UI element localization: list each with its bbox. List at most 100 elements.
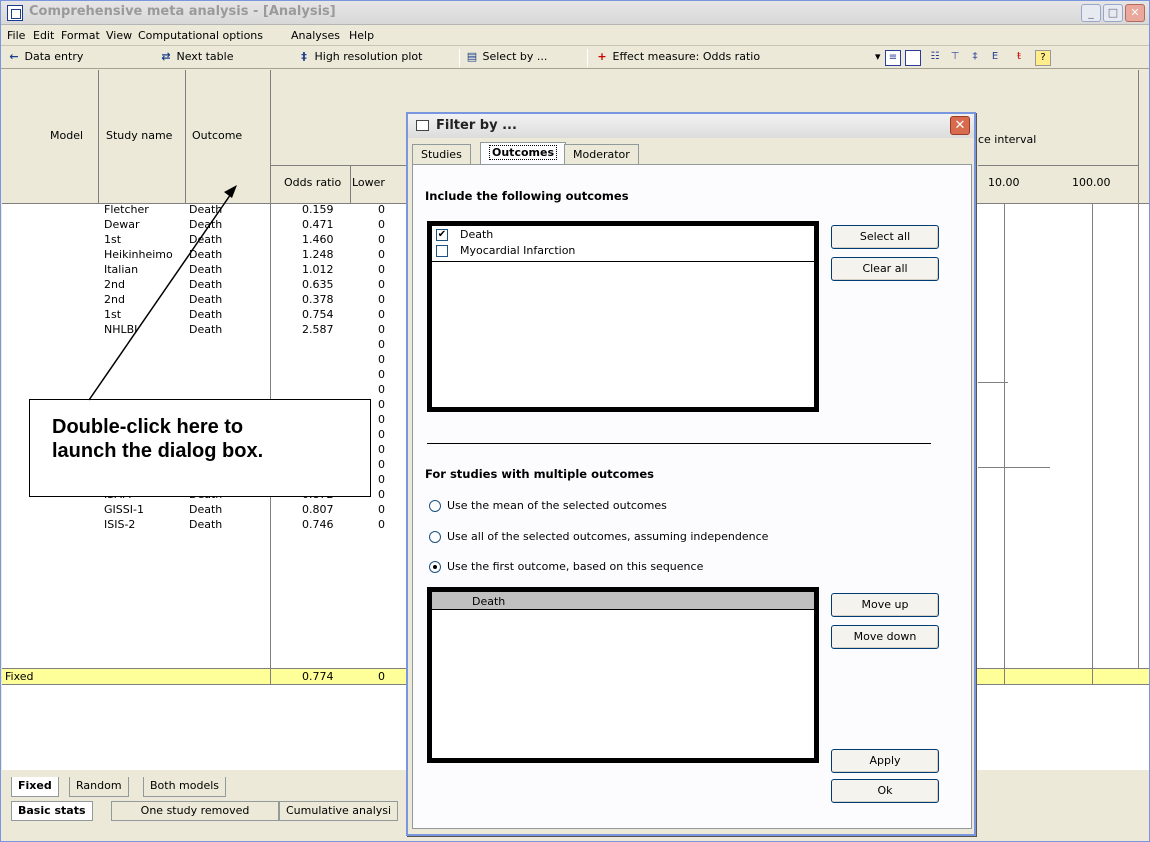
dropdown-arrow-icon[interactable]: ▾ bbox=[875, 50, 881, 63]
tab-cumulative-analysis[interactable]: Cumulative analysi bbox=[279, 801, 399, 821]
radio-mean-dot[interactable] bbox=[429, 500, 441, 512]
select-by-button[interactable]: ▤ Select by ... bbox=[465, 50, 548, 63]
effect-measure-label: Effect measure: Odds ratio bbox=[612, 50, 761, 63]
tab-both-models[interactable]: Both models bbox=[143, 777, 227, 797]
lower-cell: 0 bbox=[378, 353, 385, 366]
col-outcome[interactable]: Outcome bbox=[192, 129, 242, 142]
menu-file[interactable]: File bbox=[7, 29, 25, 42]
outcome-cell: Death bbox=[189, 518, 223, 531]
outcome-item-mi[interactable]: Myocardial Infarction bbox=[436, 244, 811, 259]
data-entry-button[interactable]: ← Data entry bbox=[7, 50, 83, 63]
odds-ratio-cell: 0.378 bbox=[302, 293, 334, 306]
maximize-button[interactable]: □ bbox=[1103, 4, 1123, 22]
odds-ratio-cell: 0.635 bbox=[302, 278, 334, 291]
menu-computational-options[interactable]: Computational options bbox=[138, 29, 263, 42]
lower-cell: 0 bbox=[378, 413, 385, 426]
odds-ratio-cell: 0.746 bbox=[302, 518, 334, 531]
radio-first-dot[interactable] bbox=[429, 561, 441, 573]
plot-icon[interactable]: ‡ bbox=[967, 50, 983, 66]
next-table-label: Next table bbox=[176, 50, 234, 63]
dialog-title: Filter by ... bbox=[436, 118, 517, 133]
minimize-button[interactable]: _ bbox=[1081, 4, 1101, 22]
tick-100: 100.00 bbox=[1072, 176, 1111, 189]
filter-dialog: Filter by ... ✕ Studies Outcomes Moderat… bbox=[406, 112, 976, 836]
tab-moderator[interactable]: Moderator bbox=[564, 144, 639, 164]
sequence-list[interactable]: Death bbox=[427, 587, 819, 763]
menu-view[interactable]: View bbox=[106, 29, 132, 42]
lower-cell: 0 bbox=[378, 218, 385, 231]
high-res-plot-button[interactable]: ‡ High resolution plot bbox=[297, 50, 422, 63]
col-model[interactable]: Model bbox=[50, 129, 83, 142]
radio-first-outcome[interactable]: Use the first outcome, based on this seq… bbox=[429, 560, 703, 573]
odds-ratio-cell: 0.159 bbox=[302, 203, 334, 216]
lower-cell: 0 bbox=[378, 518, 385, 531]
odds-ratio-cell: 0.754 bbox=[302, 308, 334, 321]
radio-mean[interactable]: Use the mean of the selected outcomes bbox=[429, 499, 667, 512]
t-icon[interactable]: ŧ bbox=[1011, 50, 1027, 66]
outcomes-list[interactable]: ✔ Death Myocardial Infarction bbox=[427, 221, 819, 412]
menu-format[interactable]: Format bbox=[61, 29, 100, 42]
col-odds-ratio[interactable]: Odds ratio bbox=[284, 176, 341, 189]
outcome-cell: Death bbox=[189, 233, 223, 246]
tab-fixed[interactable]: Fixed bbox=[11, 777, 59, 797]
menu-analyses[interactable]: Analyses bbox=[291, 29, 340, 42]
multi-outcomes-label: For studies with multiple outcomes bbox=[425, 467, 655, 481]
radio-all-independent[interactable]: Use all of the selected outcomes, assumi… bbox=[429, 530, 768, 543]
select-all-button[interactable]: Select all bbox=[831, 225, 939, 249]
close-button[interactable]: ✕ bbox=[1125, 4, 1145, 22]
study-name-cell: 1st bbox=[104, 233, 122, 246]
blank-view-icon[interactable] bbox=[905, 50, 921, 66]
help-icon[interactable]: ? bbox=[1035, 50, 1051, 66]
select-by-icon: ▤ bbox=[466, 50, 478, 63]
move-up-button[interactable]: Move up bbox=[831, 593, 939, 617]
study-name-cell: 1st bbox=[104, 308, 122, 321]
fixed-odds-ratio: 0.774 bbox=[302, 670, 334, 683]
move-down-button[interactable]: Move down bbox=[831, 625, 939, 649]
tab-studies[interactable]: Studies bbox=[412, 144, 471, 164]
menu-edit[interactable]: Edit bbox=[33, 29, 54, 42]
effect-measure-button[interactable]: + Effect measure: Odds ratio bbox=[595, 50, 760, 63]
lower-cell: 0 bbox=[378, 503, 385, 516]
study-name-cell: Italian bbox=[104, 263, 139, 276]
title-bar[interactable]: Comprehensive meta analysis - [Analysis]… bbox=[1, 1, 1149, 25]
lower-cell: 0 bbox=[378, 443, 385, 456]
tab-one-study-removed[interactable]: One study removed bbox=[111, 801, 279, 821]
outcome-cell: Death bbox=[189, 293, 223, 306]
arrow-left-icon: ← bbox=[9, 50, 19, 63]
columns-icon[interactable]: ☷ bbox=[927, 50, 943, 66]
menu-help[interactable]: Help bbox=[349, 29, 374, 42]
lower-cell: 0 bbox=[378, 278, 385, 291]
tab-basic-stats[interactable]: Basic stats bbox=[11, 801, 93, 821]
clear-all-button[interactable]: Clear all bbox=[831, 257, 939, 281]
odds-ratio-cell: 2.587 bbox=[302, 323, 334, 336]
study-name-cell: Heikinheimo bbox=[104, 248, 173, 261]
study-name-cell: Fletcher bbox=[104, 203, 149, 216]
table-view-icon[interactable]: ≡ bbox=[885, 50, 901, 66]
tab-random[interactable]: Random bbox=[69, 777, 129, 797]
outcome-cell: Death bbox=[189, 503, 223, 516]
col-confidence-interval: ce interval bbox=[978, 133, 1037, 146]
col-lower[interactable]: Lower bbox=[352, 176, 385, 189]
precision-icon[interactable]: ⊤ bbox=[947, 50, 963, 66]
outcome-cell: Death bbox=[189, 248, 223, 261]
dialog-close-button[interactable]: ✕ bbox=[950, 116, 970, 135]
radio-all-dot[interactable] bbox=[429, 531, 441, 543]
apply-button[interactable]: Apply bbox=[831, 749, 939, 773]
odds-ratio-cell: 0.471 bbox=[302, 218, 334, 231]
lower-cell: 0 bbox=[378, 293, 385, 306]
sequence-item-death[interactable]: Death bbox=[432, 592, 814, 610]
death-checkbox[interactable]: ✔ bbox=[436, 229, 448, 241]
lower-cell: 0 bbox=[378, 338, 385, 351]
mi-checkbox[interactable] bbox=[436, 245, 448, 257]
radio-first-label: Use the first outcome, based on this seq… bbox=[447, 560, 704, 573]
lower-cell: 0 bbox=[378, 203, 385, 216]
dialog-title-bar[interactable]: Filter by ... ✕ bbox=[408, 114, 974, 138]
ok-button[interactable]: Ok bbox=[831, 779, 939, 803]
next-table-button[interactable]: ⇄ Next table bbox=[159, 50, 233, 63]
tab-outcomes[interactable]: Outcomes bbox=[480, 142, 566, 165]
col-study-name[interactable]: Study name bbox=[106, 129, 172, 142]
outcome-cell: Death bbox=[189, 263, 223, 276]
app-window: Comprehensive meta analysis - [Analysis]… bbox=[0, 0, 1150, 842]
outcome-item-death[interactable]: ✔ Death bbox=[436, 228, 811, 243]
e-icon[interactable]: E bbox=[987, 50, 1003, 66]
